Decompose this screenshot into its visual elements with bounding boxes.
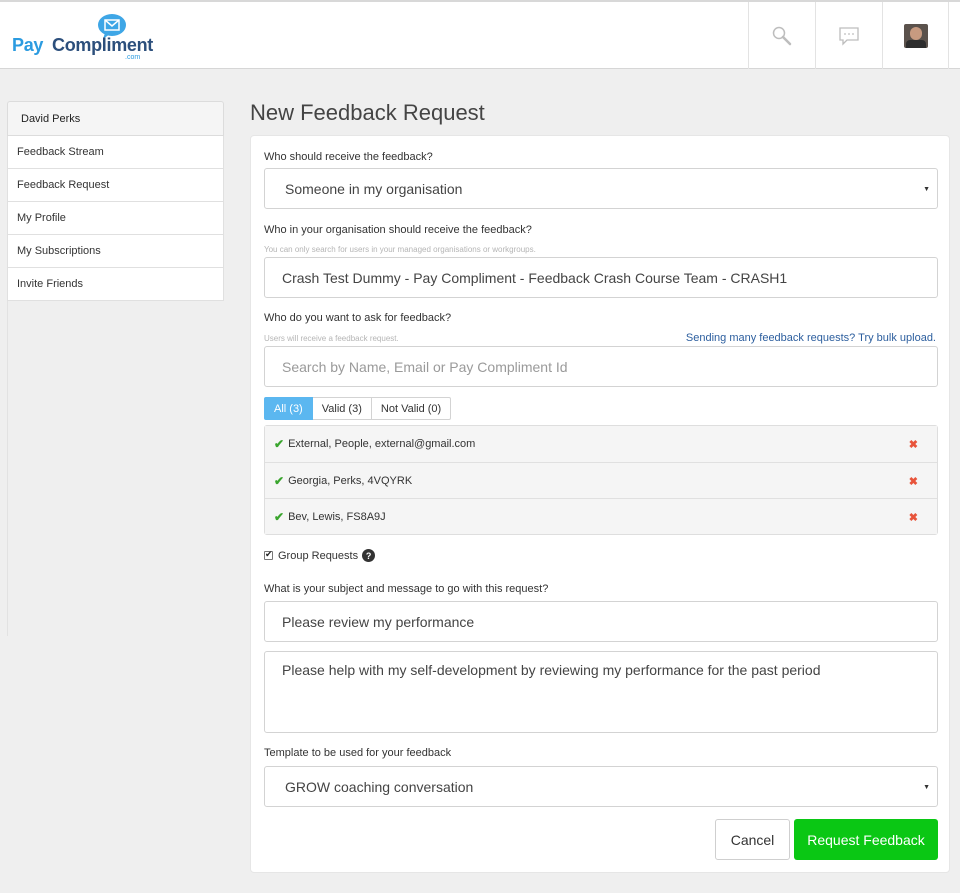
tab-valid[interactable]: Valid (3)	[312, 397, 372, 420]
receiver-select[interactable]: Someone in my organisation ▼	[264, 168, 938, 209]
template-select[interactable]: GROW coaching conversation ▼	[264, 766, 938, 807]
top-header: Pay Compliment .com	[0, 0, 960, 69]
group-requests-checkbox[interactable]	[264, 549, 273, 560]
checkmark-icon: ✔	[274, 437, 285, 451]
help-question-icon[interactable]: ?	[362, 549, 376, 562]
org-receiver-hint: You can only search for users in your ma…	[264, 245, 536, 254]
org-receiver-label: Who in your organisation should receive …	[264, 224, 532, 236]
receiver-label: Who should receive the feedback?	[264, 151, 433, 163]
recipient-search-placeholder: Search by Name, Email or Pay Compliment …	[282, 358, 568, 375]
remove-icon[interactable]: ✖	[909, 438, 918, 451]
sidebar-item-my-subscriptions[interactable]: My Subscriptions	[7, 235, 224, 268]
ask-feedback-label: Who do you want to ask for feedback?	[264, 312, 452, 324]
sidebar-divider	[7, 301, 8, 636]
profile-button[interactable]	[882, 2, 949, 69]
group-requests-option: Group Requests ?	[264, 549, 376, 562]
checkmark-icon: ✔	[274, 509, 285, 524]
messages-button[interactable]	[815, 2, 882, 69]
group-requests-label: Group Requests	[278, 549, 359, 562]
checkmark-icon: ✔	[274, 473, 285, 488]
recipient-text: Bev, Lewis, FS8A9J	[288, 510, 386, 523]
logo-compliment-text: Compliment	[52, 35, 154, 55]
ask-feedback-hint: Users will receive a feedback request.	[264, 334, 399, 343]
avatar	[903, 23, 928, 48]
list-item: ✔ External, People, external@gmail.com ✖	[265, 426, 937, 462]
receiver-select-value: Someone in my organisation	[285, 180, 463, 197]
list-item: ✔ Bev, Lewis, FS8A9J ✖	[265, 498, 937, 534]
chat-icon	[839, 26, 859, 46]
sidebar-user-name[interactable]: David Perks	[7, 101, 224, 136]
recipient-text: Georgia, Perks, 4VQYRK	[288, 474, 413, 487]
tab-all[interactable]: All (3)	[264, 397, 313, 420]
logo-pay-text: Pay	[12, 35, 44, 55]
recipient-search-input[interactable]: Search by Name, Email or Pay Compliment …	[264, 346, 938, 387]
sidebar-item-feedback-stream[interactable]: Feedback Stream	[7, 136, 224, 169]
bulk-upload-link[interactable]: Sending many feedback requests? Try bulk…	[686, 332, 936, 344]
tab-not-valid[interactable]: Not Valid (0)	[371, 397, 452, 420]
template-label: Template to be used for your feedback	[264, 747, 452, 759]
message-value: Please help with my self-development by …	[282, 662, 821, 678]
caret-down-icon: ▼	[923, 784, 930, 791]
message-textarea[interactable]: Please help with my self-development by …	[264, 651, 938, 733]
cancel-button[interactable]: Cancel	[715, 819, 790, 860]
recipient-text: External, People, external@gmail.com	[288, 438, 476, 450]
caret-down-icon: ▼	[923, 186, 930, 193]
template-select-value: GROW coaching conversation	[285, 778, 474, 795]
org-receiver-value: Crash Test Dummy - Pay Compliment - Feed…	[282, 269, 788, 286]
search-button[interactable]	[748, 2, 815, 69]
pay-compliment-logo[interactable]: Pay Compliment .com	[12, 14, 154, 62]
subject-input[interactable]: Please review my performance	[264, 601, 938, 642]
sidebar-item-invite-friends[interactable]: Invite Friends	[7, 268, 224, 301]
sidebar: David Perks Feedback Stream Feedback Req…	[7, 101, 224, 301]
search-icon	[772, 26, 792, 45]
remove-icon[interactable]: ✖	[909, 511, 918, 524]
remove-icon[interactable]: ✖	[909, 475, 918, 488]
request-feedback-button[interactable]: Request Feedback	[794, 819, 938, 860]
feedback-request-form: Who should receive the feedback? Someone…	[250, 135, 950, 873]
sidebar-item-feedback-request[interactable]: Feedback Request	[7, 169, 224, 202]
subject-value: Please review my performance	[282, 613, 475, 630]
list-item: ✔ Georgia, Perks, 4VQYRK ✖	[265, 462, 937, 498]
recipient-list: ✔ External, People, external@gmail.com ✖…	[264, 425, 938, 535]
recipient-filter-tabs: All (3) Valid (3) Not Valid (0)	[264, 397, 452, 420]
sidebar-item-my-profile[interactable]: My Profile	[7, 202, 224, 235]
message-label: What is your subject and message to go w…	[264, 583, 549, 595]
page-title: New Feedback Request	[250, 100, 485, 125]
logo-com-text: .com	[125, 54, 141, 61]
org-receiver-input[interactable]: Crash Test Dummy - Pay Compliment - Feed…	[264, 257, 938, 298]
